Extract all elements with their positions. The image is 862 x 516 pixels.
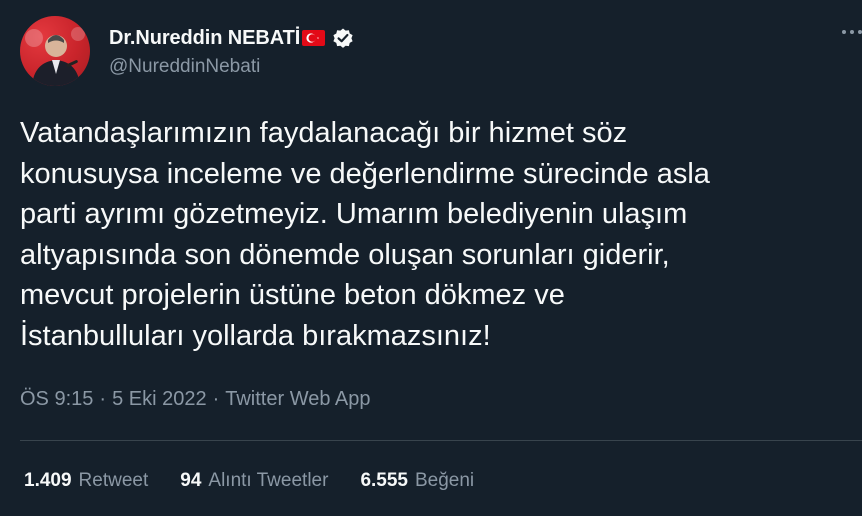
tweet-text: Vatandaşlarımızın faydalanacağı bir hizm… <box>20 117 710 352</box>
person-silhouette-icon <box>25 27 85 86</box>
retweets-label: Retweet <box>78 470 149 491</box>
retweets-count: 1.409 <box>24 470 72 491</box>
dot-icon <box>842 30 846 34</box>
name-row: Dr.Nureddin NEBATİ <box>109 24 355 52</box>
meta-separator: · <box>212 388 220 410</box>
likes-count: 6.555 <box>360 470 408 491</box>
meta-separator: · <box>99 388 107 410</box>
tweet-date[interactable]: 5 Eki 2022 <box>112 388 207 411</box>
tweet-header: Dr.Nureddin NEBATİ @NureddinNebati <box>20 16 355 86</box>
quote-tweets-stat[interactable]: 94 Alıntı Tweetler <box>180 470 328 492</box>
author-display-name[interactable]: Dr.Nureddin NEBATİ <box>109 27 300 50</box>
more-options-icon[interactable] <box>822 20 862 44</box>
author-names: Dr.Nureddin NEBATİ @NureddinNebati <box>109 24 355 78</box>
tweet-time[interactable]: ÖS 9:15 <box>20 388 93 411</box>
quote-tweets-label: Alıntı Tweetler <box>208 470 329 491</box>
divider <box>20 440 862 441</box>
dot-icon <box>858 30 862 34</box>
likes-stat[interactable]: 6.555 Beğeni <box>360 470 474 492</box>
profile-avatar[interactable] <box>20 16 90 86</box>
tweet-metadata: ÖS 9:15 · 5 Eki 2022 · Twitter Web App <box>20 388 371 411</box>
engagement-stats: 1.409 Retweet 94 Alıntı Tweetler 6.555 B… <box>24 470 506 492</box>
verified-badge-icon <box>331 26 355 50</box>
likes-label: Beğeni <box>414 470 475 491</box>
dot-icon <box>850 30 854 34</box>
tweet-card: Dr.Nureddin NEBATİ @NureddinNebati Vatan… <box>0 0 862 516</box>
turkey-flag-icon <box>302 30 326 46</box>
retweets-stat[interactable]: 1.409 Retweet <box>24 470 148 492</box>
author-handle[interactable]: @NureddinNebati <box>109 56 355 78</box>
tweet-source[interactable]: Twitter Web App <box>225 388 370 411</box>
quote-tweets-count: 94 <box>180 470 202 491</box>
